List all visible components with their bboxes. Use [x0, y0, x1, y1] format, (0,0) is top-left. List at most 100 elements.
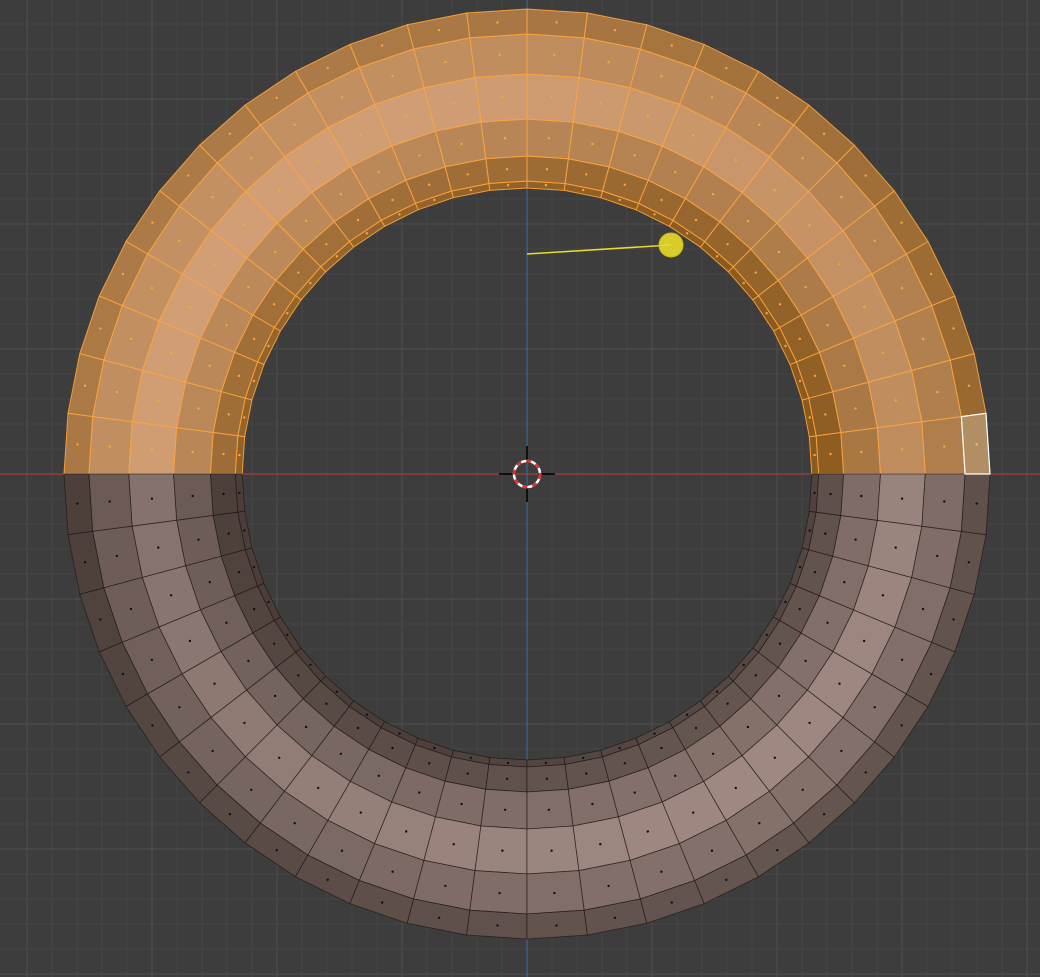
face-center-dot [734, 786, 737, 790]
face-center-dot [873, 239, 876, 242]
face-center-dot [191, 494, 194, 498]
face-center-dot [237, 571, 241, 574]
face-center-dot [742, 281, 745, 285]
face-center-dot [150, 448, 154, 451]
mesh-face[interactable] [88, 473, 133, 532]
face-center-dot [129, 337, 133, 341]
face-center-dot [293, 123, 296, 127]
face-center-dot [188, 639, 192, 643]
face-center-dot [607, 884, 610, 888]
face-center-dot [936, 390, 939, 394]
mesh-face[interactable] [128, 473, 178, 527]
mesh-face[interactable] [88, 416, 133, 475]
mesh-face[interactable] [840, 473, 881, 521]
face-center-dot [599, 102, 602, 106]
mesh-face[interactable] [474, 825, 528, 875]
face-center-dot [469, 188, 472, 192]
face-center-dot [452, 843, 455, 846]
face-center-dot [398, 213, 401, 216]
face-center-dot [653, 213, 656, 216]
mesh-face[interactable] [921, 473, 966, 532]
mesh-face[interactable] [876, 421, 926, 475]
mesh-face[interactable] [526, 788, 574, 830]
face-center-dot [208, 581, 211, 584]
mesh-face[interactable] [526, 825, 580, 875]
face-center-dot [545, 168, 549, 171]
face-center-dot [222, 452, 225, 456]
mesh-face[interactable] [840, 427, 882, 475]
face-center-dot [187, 174, 190, 177]
face-center-dot [545, 777, 549, 780]
face-center-dot [428, 183, 431, 186]
active-face[interactable] [960, 412, 991, 475]
face-center-dot [734, 158, 737, 162]
face-center-dot [391, 198, 394, 202]
face-center-dot [618, 746, 621, 750]
face-center-dot [151, 724, 154, 727]
face-center-dot [496, 924, 499, 927]
face-center-dot [99, 327, 102, 330]
face-center-dot [211, 749, 214, 753]
face-center-dot [894, 546, 897, 549]
face-center-dot [813, 453, 816, 457]
face-center-dot [894, 399, 897, 402]
face-center-dot [309, 663, 312, 667]
face-center-dot [936, 554, 939, 558]
face-center-dot [754, 674, 757, 677]
face-center-dot [765, 633, 768, 636]
face-center-dot [804, 285, 807, 289]
mesh-face[interactable] [173, 473, 214, 521]
face-center-dot [238, 453, 241, 457]
face-center-dot [881, 594, 885, 597]
face-center-dot [227, 413, 230, 416]
face-center-dot [213, 682, 216, 685]
face-center-dot [843, 364, 846, 367]
face-center-dot [813, 491, 816, 495]
face-center-dot [444, 884, 447, 888]
face-center-dot [776, 849, 779, 852]
mesh-face[interactable] [526, 118, 574, 160]
face-center-dot [758, 123, 761, 127]
face-center-dot [250, 157, 253, 160]
face-center-dot [150, 497, 154, 500]
face-center-dot [237, 374, 241, 377]
mesh-face[interactable] [921, 416, 966, 475]
mesh-face[interactable] [469, 870, 528, 915]
face-center-dot [694, 218, 698, 222]
face-center-dot [798, 607, 801, 611]
mesh-face[interactable] [469, 33, 528, 78]
face-center-dot [466, 772, 469, 775]
face-center-dot [591, 142, 594, 146]
face-center-dot [339, 752, 343, 755]
face-center-dot [243, 416, 246, 419]
face-center-dot [243, 529, 246, 532]
face-center-dot [304, 725, 308, 729]
mesh-face[interactable] [876, 473, 926, 527]
mesh-face[interactable] [526, 73, 580, 123]
mesh-face[interactable] [526, 33, 585, 78]
3d-viewport[interactable] [0, 0, 1040, 977]
mesh-face[interactable] [474, 73, 528, 123]
rotate-pivot-icon[interactable] [526, 232, 684, 258]
face-center-dot [674, 774, 677, 777]
face-center-dot [854, 407, 857, 410]
face-center-dot [840, 195, 843, 199]
mesh-face[interactable] [526, 870, 585, 915]
face-center-dot [670, 44, 673, 47]
face-center-dot [83, 561, 87, 564]
mesh-face[interactable] [128, 421, 178, 475]
face-center-dot [694, 726, 698, 730]
face-center-dot [547, 808, 551, 811]
face-center-dot [252, 565, 256, 569]
mesh-face[interactable] [172, 427, 214, 475]
face-center-dot [227, 532, 230, 535]
face-center-dot [191, 450, 194, 454]
face-center-dot [121, 272, 125, 276]
face-center-dot [765, 312, 768, 315]
face-center-dot [653, 732, 656, 735]
mesh-face[interactable] [480, 788, 528, 830]
mesh-face[interactable] [480, 118, 528, 160]
face-center-dot [381, 44, 384, 47]
face-center-dot [433, 746, 436, 750]
face-center-dot [862, 639, 866, 643]
